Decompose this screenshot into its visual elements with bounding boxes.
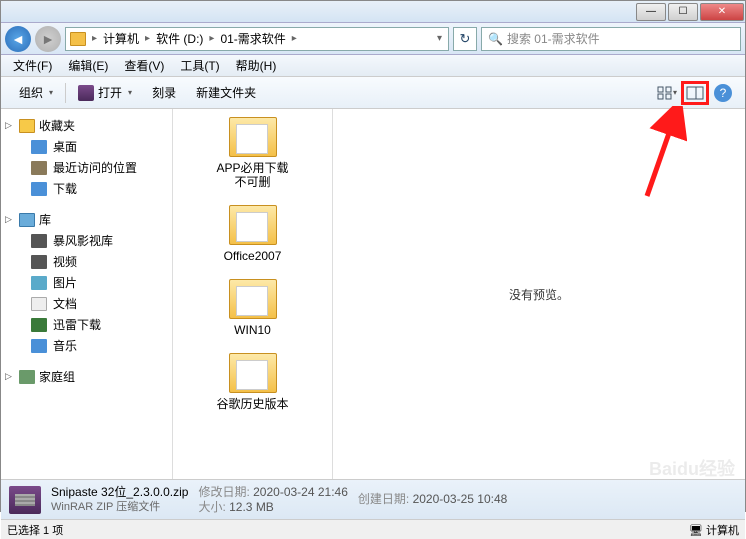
- organize-button[interactable]: 组织: [9, 84, 63, 101]
- tree-item-xunlei[interactable]: 迅雷下载: [1, 314, 172, 335]
- tree-item-recent[interactable]: 最近访问的位置: [1, 157, 172, 178]
- folder-icon: [229, 117, 277, 157]
- menu-bar: 文件(F) 编辑(E) 查看(V) 工具(T) 帮助(H): [1, 55, 745, 77]
- modified-date: 2020-03-24 21:46: [253, 485, 348, 499]
- chevron-right-icon: ▸: [207, 33, 216, 44]
- navigation-tree: ▷收藏夹 桌面 最近访问的位置 下载 ▷库 暴风影视库 视频 图片 文档 迅雷下…: [1, 109, 173, 479]
- help-button[interactable]: ?: [709, 81, 737, 105]
- selected-file-name: Snipaste 32位_2.3.0.0.zip: [51, 485, 188, 500]
- chevron-right-icon: ▸: [143, 33, 152, 44]
- toolbar: 组织 打开 刻录 新建文件夹 ▾ ?: [1, 77, 745, 109]
- forward-button[interactable]: ►: [35, 26, 61, 52]
- menu-view[interactable]: 查看(V): [116, 57, 172, 74]
- search-icon: 🔍: [488, 32, 503, 46]
- details-pane: Snipaste 32位_2.3.0.0.zip WinRAR ZIP 压缩文件…: [1, 479, 745, 519]
- preview-pane: 没有预览。: [333, 109, 745, 479]
- folder-icon: [229, 353, 277, 393]
- libraries-icon: [19, 213, 35, 227]
- music-icon: [31, 339, 47, 353]
- tree-item-desktop[interactable]: 桌面: [1, 136, 172, 157]
- chevron-right-icon: ▸: [290, 33, 299, 44]
- winrar-icon: [78, 85, 94, 101]
- address-bar[interactable]: ▸ 计算机 ▸ 软件 (D:) ▸ 01-需求软件 ▸ ▾: [65, 27, 449, 51]
- maximize-button[interactable]: ☐: [668, 3, 698, 21]
- burn-button[interactable]: 刻录: [142, 84, 186, 101]
- breadcrumb-seg[interactable]: 01-需求软件: [216, 30, 289, 47]
- file-list[interactable]: APP必用下载不可删 Office2007 WIN10 谷歌历史版本: [173, 109, 333, 479]
- search-placeholder: 搜索 01-需求软件: [507, 30, 600, 47]
- new-folder-button[interactable]: 新建文件夹: [186, 84, 266, 101]
- tree-libraries[interactable]: ▷库: [1, 209, 172, 230]
- back-button[interactable]: ◄: [5, 26, 31, 52]
- tree-item-pictures[interactable]: 图片: [1, 272, 172, 293]
- picture-icon: [31, 276, 47, 290]
- video-icon: [31, 234, 47, 248]
- refresh-button[interactable]: ↻: [453, 27, 477, 51]
- view-icon: [657, 86, 673, 100]
- favorites-icon: [19, 119, 35, 133]
- search-input[interactable]: 🔍 搜索 01-需求软件: [481, 27, 741, 51]
- folder-icon: [229, 205, 277, 245]
- document-icon: [31, 297, 47, 311]
- watermark: Baidu经验: [649, 455, 735, 481]
- content-area: APP必用下载不可删 Office2007 WIN10 谷歌历史版本 没有预览。: [173, 109, 745, 479]
- homegroup-icon: [19, 370, 35, 384]
- tree-favorites[interactable]: ▷收藏夹: [1, 115, 172, 136]
- help-icon: ?: [714, 84, 732, 102]
- menu-tools[interactable]: 工具(T): [172, 57, 227, 74]
- xunlei-icon: [31, 318, 47, 332]
- menu-help[interactable]: 帮助(H): [228, 57, 285, 74]
- created-date: 2020-03-25 10:48: [413, 492, 508, 506]
- dropdown-icon[interactable]: ▾: [435, 33, 444, 44]
- file-size: 12.3 MB: [229, 500, 274, 514]
- view-options-button[interactable]: ▾: [653, 81, 681, 105]
- close-button[interactable]: ✕: [700, 3, 744, 21]
- folder-item[interactable]: APP必用下载不可删: [213, 117, 293, 189]
- tree-item-video[interactable]: 视频: [1, 251, 172, 272]
- folder-icon: [229, 279, 277, 319]
- tree-homegroup[interactable]: ▷家庭组: [1, 366, 172, 387]
- folder-icon: [70, 32, 86, 46]
- no-preview-text: 没有预览。: [509, 286, 569, 303]
- explorer-body: ▷收藏夹 桌面 最近访问的位置 下载 ▷库 暴风影视库 视频 图片 文档 迅雷下…: [1, 109, 745, 479]
- tree-item-downloads[interactable]: 下载: [1, 178, 172, 199]
- selection-status: 已选择 1 项: [7, 522, 63, 538]
- video-icon: [31, 255, 47, 269]
- tree-item-storm[interactable]: 暴风影视库: [1, 230, 172, 251]
- winrar-icon: [9, 486, 41, 514]
- preview-pane-button[interactable]: [681, 81, 709, 105]
- preview-pane-icon: [686, 86, 704, 100]
- folder-item[interactable]: Office2007: [213, 205, 293, 263]
- menu-file[interactable]: 文件(F): [5, 57, 60, 74]
- download-icon: [31, 182, 47, 196]
- window-titlebar: — ☐ ✕: [1, 1, 745, 23]
- breadcrumb-seg[interactable]: 软件 (D:): [152, 30, 207, 47]
- navigation-bar: ◄ ► ▸ 计算机 ▸ 软件 (D:) ▸ 01-需求软件 ▸ ▾ ↻ 🔍 搜索…: [1, 23, 745, 55]
- selected-file-type: WinRAR ZIP 压缩文件: [51, 500, 188, 515]
- computer-label: 🖥 计算机: [689, 522, 739, 538]
- tree-item-music[interactable]: 音乐: [1, 335, 172, 356]
- menu-edit[interactable]: 编辑(E): [60, 57, 116, 74]
- tree-item-documents[interactable]: 文档: [1, 293, 172, 314]
- minimize-button[interactable]: —: [636, 3, 666, 21]
- recent-icon: [31, 161, 47, 175]
- status-bar: 已选择 1 项 🖥 计算机: [1, 519, 745, 539]
- open-button[interactable]: 打开: [68, 84, 142, 101]
- folder-item[interactable]: WIN10: [213, 279, 293, 337]
- breadcrumb-seg[interactable]: 计算机: [99, 30, 143, 47]
- desktop-icon: [31, 140, 47, 154]
- chevron-right-icon: ▸: [90, 33, 99, 44]
- folder-item[interactable]: 谷歌历史版本: [213, 353, 293, 411]
